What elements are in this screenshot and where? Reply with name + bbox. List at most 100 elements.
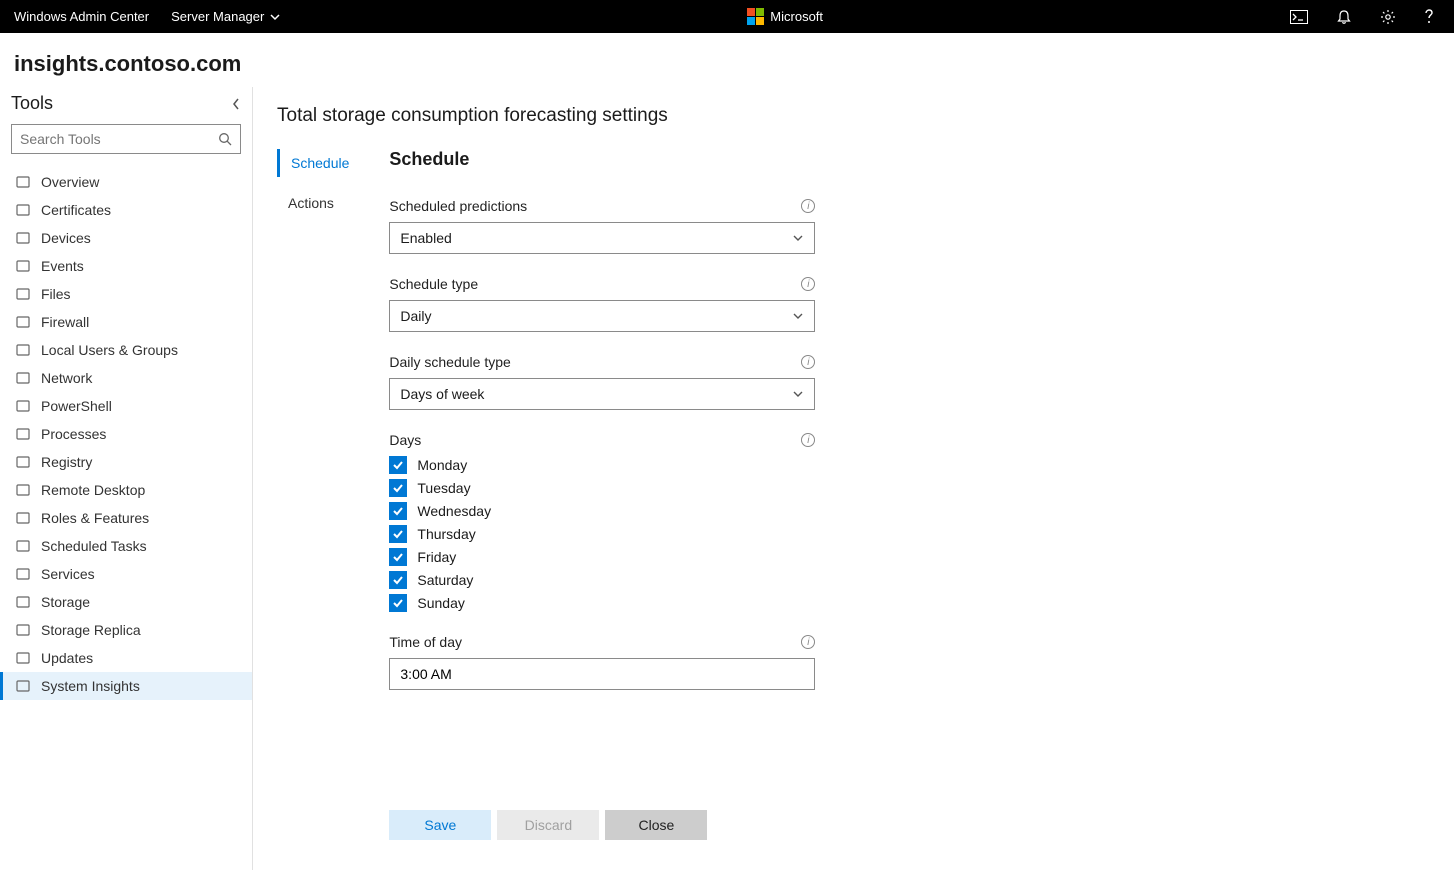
tool-icon bbox=[15, 259, 31, 273]
sidebar-item-label: Firewall bbox=[41, 314, 89, 330]
tool-icon bbox=[15, 371, 31, 385]
sidebar-item-network[interactable]: Network bbox=[0, 364, 252, 392]
tab-schedule[interactable]: Schedule bbox=[277, 149, 357, 177]
main-content: Total storage consumption forecasting se… bbox=[253, 87, 1454, 870]
day-checkbox-sunday[interactable] bbox=[389, 594, 407, 612]
sidebar-item-devices[interactable]: Devices bbox=[0, 224, 252, 252]
days-label: Days bbox=[389, 432, 421, 448]
info-icon[interactable]: i bbox=[801, 355, 815, 369]
day-label: Sunday bbox=[417, 595, 464, 611]
tool-icon bbox=[15, 203, 31, 217]
tool-icon bbox=[15, 511, 31, 525]
notifications-icon[interactable] bbox=[1336, 9, 1352, 25]
sidebar-item-remote-desktop[interactable]: Remote Desktop bbox=[0, 476, 252, 504]
schedule-type-value: Daily bbox=[400, 308, 431, 324]
sidebar-item-label: Events bbox=[41, 258, 84, 274]
day-checkbox-wednesday[interactable] bbox=[389, 502, 407, 520]
day-label: Thursday bbox=[417, 526, 475, 542]
tools-search[interactable] bbox=[11, 124, 241, 154]
day-checkbox-tuesday[interactable] bbox=[389, 479, 407, 497]
server-manager-label: Server Manager bbox=[171, 9, 264, 24]
section-heading: Schedule bbox=[389, 149, 815, 170]
chevron-down-icon bbox=[792, 310, 804, 322]
day-label: Friday bbox=[417, 549, 456, 565]
sidebar-item-storage[interactable]: Storage bbox=[0, 588, 252, 616]
sidebar-item-local-users-groups[interactable]: Local Users & Groups bbox=[0, 336, 252, 364]
close-button[interactable]: Close bbox=[605, 810, 707, 840]
microsoft-brand: Microsoft bbox=[280, 8, 1290, 25]
info-icon[interactable]: i bbox=[801, 277, 815, 291]
sidebar-item-firewall[interactable]: Firewall bbox=[0, 308, 252, 336]
daily-schedule-type-select[interactable]: Days of week bbox=[389, 378, 815, 410]
discard-button[interactable]: Discard bbox=[497, 810, 599, 840]
sidebar-item-label: Certificates bbox=[41, 202, 111, 218]
sidebar-item-label: Devices bbox=[41, 230, 91, 246]
schedule-type-label: Schedule type bbox=[389, 276, 478, 292]
sidebar-item-powershell[interactable]: PowerShell bbox=[0, 392, 252, 420]
sidebar-item-services[interactable]: Services bbox=[0, 560, 252, 588]
time-of-day-input[interactable] bbox=[389, 658, 815, 690]
scheduled-predictions-value: Enabled bbox=[400, 230, 451, 246]
sidebar-item-label: Updates bbox=[41, 650, 93, 666]
day-row: Monday bbox=[389, 456, 815, 474]
sidebar-item-label: Network bbox=[41, 370, 92, 386]
tool-icon bbox=[15, 539, 31, 553]
day-label: Monday bbox=[417, 457, 467, 473]
sidebar-item-label: Remote Desktop bbox=[41, 482, 145, 498]
day-row: Tuesday bbox=[389, 479, 815, 497]
sidebar-item-registry[interactable]: Registry bbox=[0, 448, 252, 476]
sidebar-item-certificates[interactable]: Certificates bbox=[0, 196, 252, 224]
sidebar-item-label: Scheduled Tasks bbox=[41, 538, 147, 554]
sidebar-item-label: Storage bbox=[41, 594, 90, 610]
collapse-sidebar-icon[interactable] bbox=[231, 97, 241, 111]
settings-icon[interactable] bbox=[1380, 9, 1396, 25]
schedule-type-select[interactable]: Daily bbox=[389, 300, 815, 332]
sidebar-item-overview[interactable]: Overview bbox=[0, 168, 252, 196]
daily-schedule-type-value: Days of week bbox=[400, 386, 484, 402]
console-icon[interactable] bbox=[1290, 10, 1308, 24]
day-label: Wednesday bbox=[417, 503, 491, 519]
info-icon[interactable]: i bbox=[801, 199, 815, 213]
day-row: Thursday bbox=[389, 525, 815, 543]
tool-icon bbox=[15, 287, 31, 301]
day-label: Saturday bbox=[417, 572, 473, 588]
day-checkbox-thursday[interactable] bbox=[389, 525, 407, 543]
sidebar-item-roles-features[interactable]: Roles & Features bbox=[0, 504, 252, 532]
help-icon[interactable] bbox=[1424, 9, 1434, 25]
microsoft-label: Microsoft bbox=[770, 9, 823, 24]
top-bar: Windows Admin Center Server Manager Micr… bbox=[0, 0, 1454, 33]
sidebar-item-updates[interactable]: Updates bbox=[0, 644, 252, 672]
brand-label: Windows Admin Center bbox=[14, 9, 149, 24]
chevron-down-icon bbox=[792, 388, 804, 400]
server-name: insights.contoso.com bbox=[0, 33, 1454, 87]
info-icon[interactable]: i bbox=[801, 635, 815, 649]
tool-icon bbox=[15, 175, 31, 189]
day-checkbox-monday[interactable] bbox=[389, 456, 407, 474]
day-label: Tuesday bbox=[417, 480, 470, 496]
day-row: Saturday bbox=[389, 571, 815, 589]
server-manager-dropdown[interactable]: Server Manager bbox=[171, 9, 280, 24]
scheduled-predictions-select[interactable]: Enabled bbox=[389, 222, 815, 254]
sidebar-item-processes[interactable]: Processes bbox=[0, 420, 252, 448]
tool-icon bbox=[15, 679, 31, 693]
day-row: Wednesday bbox=[389, 502, 815, 520]
day-checkbox-friday[interactable] bbox=[389, 548, 407, 566]
sidebar-item-events[interactable]: Events bbox=[0, 252, 252, 280]
sidebar-item-files[interactable]: Files bbox=[0, 280, 252, 308]
sidebar-item-system-insights[interactable]: System Insights bbox=[0, 672, 252, 700]
info-icon[interactable]: i bbox=[801, 433, 815, 447]
sidebar-item-storage-replica[interactable]: Storage Replica bbox=[0, 616, 252, 644]
tool-icon bbox=[15, 455, 31, 469]
sidebar-item-scheduled-tasks[interactable]: Scheduled Tasks bbox=[0, 532, 252, 560]
sidebar-item-label: Processes bbox=[41, 426, 106, 442]
chevron-down-icon bbox=[792, 232, 804, 244]
tool-icon bbox=[15, 231, 31, 245]
sidebar-item-label: PowerShell bbox=[41, 398, 112, 414]
save-button[interactable]: Save bbox=[389, 810, 491, 840]
tool-icon bbox=[15, 399, 31, 413]
tab-actions[interactable]: Actions bbox=[280, 189, 357, 217]
tools-search-input[interactable] bbox=[20, 131, 218, 147]
day-checkbox-saturday[interactable] bbox=[389, 571, 407, 589]
time-of-day-label: Time of day bbox=[389, 634, 462, 650]
tool-icon bbox=[15, 595, 31, 609]
